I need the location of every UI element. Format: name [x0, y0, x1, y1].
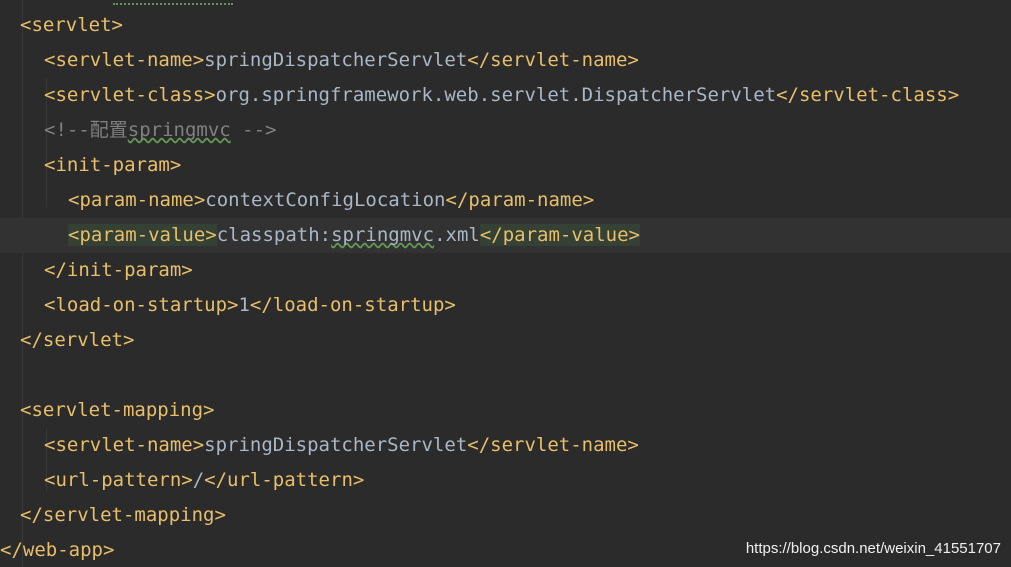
xml-text: .xml [434, 224, 480, 246]
code-line[interactable]: <servlet-name>springDispatcherServlet</s… [0, 43, 1011, 78]
xml-tag: </init-param> [44, 259, 193, 281]
xml-tag: <servlet-mapping> [20, 399, 215, 421]
xml-tag: <servlet-name> [44, 434, 205, 456]
xml-tag: <param-name> [68, 189, 206, 211]
code-line[interactable]: <servlet-class>org.springframework.web.s… [0, 78, 1011, 113]
xml-tag: </servlet-mapping> [20, 504, 226, 526]
xml-text: 1 [238, 294, 250, 316]
xml-text: classpath: [216, 224, 332, 246]
watermark-url: https://blog.csdn.net/weixin_41551707 [745, 540, 1001, 557]
xml-tag: <servlet> [20, 14, 123, 36]
xml-tag: <servlet-name> [44, 49, 205, 71]
code-line[interactable]: <url-pattern>/</url-pattern> [0, 463, 1011, 498]
code-line[interactable]: </servlet> [0, 323, 1011, 358]
xml-text-typo: springmvc [331, 224, 435, 246]
xml-comment-typo: springmvc [127, 119, 231, 141]
xml-text: springDispatcherServlet [204, 49, 468, 71]
code-line[interactable]: </servlet-mapping> [0, 498, 1011, 533]
code-editor[interactable]: <servlet> <servlet-name>springDispatcher… [0, 0, 1011, 567]
xml-tag: </param-name> [445, 189, 595, 211]
xml-tag: <url-pattern> [44, 469, 193, 491]
code-line[interactable]: <servlet> [0, 8, 1011, 43]
code-line[interactable]: <init-param> [0, 148, 1011, 183]
xml-tag-highlighted: </param-value> [479, 224, 640, 246]
code-line[interactable]: </init-param> [0, 253, 1011, 288]
xml-comment: <!--配置 [44, 119, 128, 141]
xml-text: springDispatcherServlet [204, 434, 468, 456]
xml-text: contextConfigLocation [205, 189, 446, 211]
xml-text: org.springframework.web.servlet.Dispatch… [215, 84, 777, 106]
xml-tag: </servlet-class> [776, 84, 960, 106]
code-line[interactable]: <servlet-mapping> [0, 393, 1011, 428]
xml-tag: </servlet-name> [467, 49, 639, 71]
current-line[interactable]: <param-value>classpath:springmvc.xml</pa… [0, 218, 1011, 253]
code-line[interactable]: <servlet-name>springDispatcherServlet</s… [0, 428, 1011, 463]
code-line[interactable]: <!--配置springmvc --> [0, 113, 1011, 148]
xml-tag: </servlet> [20, 329, 135, 351]
xml-tag: <servlet-class> [44, 84, 216, 106]
xml-tag: <init-param> [44, 154, 182, 176]
spellcheck-squiggle [113, 0, 233, 5]
xml-text: / [192, 469, 205, 491]
code-line[interactable]: <load-on-startup>1</load-on-startup> [0, 288, 1011, 323]
xml-tag: </web-app> [0, 539, 115, 561]
xml-tag: <load-on-startup> [44, 294, 239, 316]
xml-tag: </load-on-startup> [249, 294, 456, 316]
xml-comment: --> [230, 119, 277, 141]
xml-tag: </url-pattern> [204, 469, 365, 491]
xml-tag-highlighted: <param-value> [68, 224, 217, 246]
xml-tag: </servlet-name> [467, 434, 639, 456]
code-line[interactable]: <param-name>contextConfigLocation</param… [0, 183, 1011, 218]
